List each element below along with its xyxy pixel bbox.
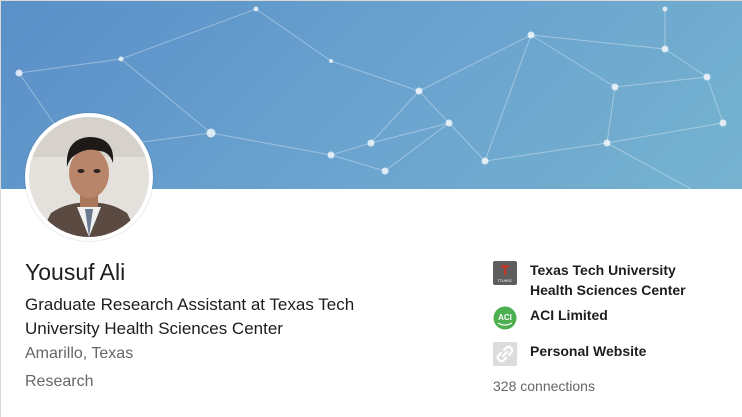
aci-logo-icon: ACI (493, 306, 517, 330)
profile-headline: Graduate Research Assistant at Texas Tec… (25, 295, 355, 338)
profile-industry: Research (25, 373, 94, 390)
ttuhsc-logo-text: TTUHSC (498, 279, 513, 283)
website-label: Personal Website (530, 343, 647, 359)
aci-logo-text: ACI (498, 313, 512, 322)
experience-label: ACI Limited (530, 307, 608, 323)
profile-photo (29, 117, 149, 237)
profile-name: Yousuf Ali (25, 259, 126, 285)
experience-label: Texas Tech University Health Sciences Ce… (530, 262, 686, 298)
avatar[interactable] (25, 113, 153, 241)
link-icon (493, 342, 517, 366)
ttuhsc-logo-icon: TTUHSC (493, 261, 517, 285)
profile-location: Amarillo, Texas (25, 345, 134, 362)
connections-count[interactable]: 328 connections (493, 378, 595, 394)
profile-card: Yousuf Ali Graduate Research Assistant a… (0, 0, 742, 417)
